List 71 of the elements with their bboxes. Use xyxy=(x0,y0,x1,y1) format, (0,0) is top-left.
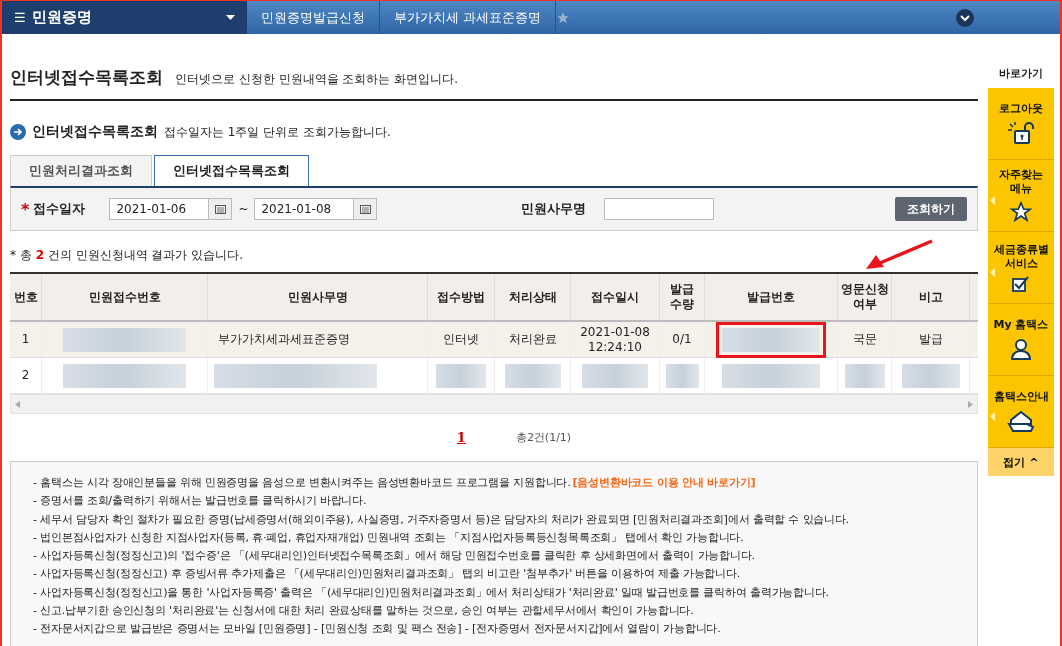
table-cell: 처리완료 xyxy=(508,332,557,347)
table-cell: 2021-01-08 12:24:10 xyxy=(580,324,650,355)
star-icon xyxy=(1010,200,1032,223)
menu-dropdown[interactable]: ☰ 민원증명 xyxy=(2,1,247,34)
notice-line: - 증명서를 조회/출력하기 위해서는 발급번호를 클릭하시기 바랍니다. xyxy=(33,494,367,508)
page-link[interactable]: 1 xyxy=(456,430,466,445)
horizontal-scrollbar[interactable] xyxy=(10,394,978,414)
notice-line: - 사업자등록신청(정정신고) 후 증빙서류 추가제출은 「(세무대리인)민원처리결과조회」 탭의 비고란 '첨부추가' 버튼을 이용하여 제출 가능합니다. xyxy=(33,567,741,581)
expand-icon[interactable] xyxy=(956,8,974,27)
column-header: 발급번호 xyxy=(705,274,838,320)
section-note: 접수일자는 1주일 단위로 조회가능합니다. xyxy=(164,123,391,141)
office-name-label: 민원사무명 xyxy=(521,200,587,218)
notice-line: - 사업자등록신청(정정신고)을 통한 '사업자등록증' 출력은 「(세무대리인)민원처리결과조회」에서 처리상태가 '처리완료' 일때 발급번호를 클릭하여 출력가능합니다. xyxy=(33,585,829,599)
scroll-left-icon[interactable] xyxy=(15,400,20,408)
collapse-button[interactable]: 접기 ^ xyxy=(988,448,1054,476)
tab[interactable]: 민원처리결과조회 xyxy=(10,155,152,186)
checkbox-icon xyxy=(1012,275,1030,292)
page-subtitle: 인터넷으로 신청한 민원내역을 조회하는 화면입니다. xyxy=(175,71,459,88)
column-header: 접수방법 xyxy=(428,274,495,320)
calendar-icon xyxy=(359,204,371,214)
star-icon[interactable] xyxy=(556,10,571,25)
required-mark: * xyxy=(21,199,30,219)
quick-link[interactable]: 로그아웃 xyxy=(988,88,1054,160)
table-cell: 부가가치세과세표준증명 xyxy=(218,332,350,347)
range-separator: ~ xyxy=(238,202,249,216)
quick-link[interactable]: 세금종류별 서비스 xyxy=(988,232,1054,304)
notice-line: - 세무서 담당자 확인 절차가 필요한 증명(납세증명서(해외이주용), 사실증명, 거주자증명서 등)은 담당자의 처리가 완료되면 [민원처리결과조회]에서 출력할 수 있습니다. xyxy=(33,512,850,526)
column-header: 비고 xyxy=(892,274,970,320)
notice-line: - 법인본점사업자가 신청한 지점사업자(등록, 휴·폐업, 휴업자재개업) 민원내역 조회는 「지점사업자등록등신청목록조회」 탭에서 확인 가능합니다. xyxy=(33,530,744,544)
calendar-icon xyxy=(214,204,226,214)
breadcrumb-link[interactable]: 민원증명발급신청 xyxy=(247,1,380,34)
column-header: 발급 수량 xyxy=(660,274,705,320)
table-cell: 발급 xyxy=(918,332,943,347)
annotation-arrow xyxy=(866,239,933,269)
date-label: 접수일자 xyxy=(33,200,86,218)
notice-line: - 사업자등록신청(정정신고)의 '접수증'은 「(세무대리인)인터넷접수목록조회」에서 해당 민원접수번호를 클릭한 후 상세화면에서 출력이 가능합니다. xyxy=(33,549,755,563)
column-header: 처리상태 xyxy=(495,274,571,320)
notice-line: - 홈택스는 시각 장애인분들을 위해 민원증명을 음성으로 변환시켜주는 음성변환바코드 프로그램을 지원합니다. xyxy=(33,476,571,489)
quick-links-title: 바로가기 xyxy=(998,66,1044,82)
date-field[interactable]: 2021-01-08 xyxy=(254,198,355,220)
tab[interactable]: 인터넷접수목록조회 xyxy=(154,155,309,186)
page-title: 인터넷접수목록조회 xyxy=(10,66,163,89)
notice-line: - 신고.납부기한 승인신청의 '처리완료'는 신청서에 대한 처리 완료상태를 말하는 것으로, 승인 여부는 관할세무서에서 확인이 가능합니다. xyxy=(33,604,694,618)
table-cell: 0/1 xyxy=(672,332,692,347)
quick-link[interactable]: 자주찾는 메뉴 xyxy=(988,160,1054,232)
calendar-button[interactable] xyxy=(353,198,378,220)
table-cell: 2 xyxy=(21,368,30,383)
quick-link[interactable]: 홈택스안내 xyxy=(988,376,1054,448)
notice-line: - 전자문서지갑으로 발급받은 증명서는 모바일 [민원증명] - [민원신청 조회 및 팩스 전송] - [전자증명서 전자문서지갑]에서 열람이 가능합니다. xyxy=(33,622,721,636)
section-title: 인터넷접수목록조회 xyxy=(32,123,158,141)
table-cell: 인터넷 xyxy=(443,332,479,347)
column-header: 민원접수번호 xyxy=(42,274,208,320)
caret-icon xyxy=(226,14,235,21)
unlock-icon xyxy=(1007,121,1035,146)
house-in-hand-icon xyxy=(1007,409,1035,434)
column-header: 영문신청 여부 xyxy=(838,274,892,320)
arrow-circle-icon xyxy=(10,124,26,140)
table-cell: 국문 xyxy=(852,332,877,347)
office-name-field[interactable] xyxy=(604,198,715,220)
scroll-right-icon[interactable] xyxy=(968,400,973,408)
date-field[interactable]: 2021-01-06 xyxy=(109,198,210,220)
column-header: 접수일시 xyxy=(571,274,660,320)
breadcrumb-link[interactable]: 부가가치세 과세표준증명 xyxy=(380,1,557,34)
person-icon xyxy=(1009,337,1033,362)
column-header: 번호 xyxy=(10,274,42,320)
column-header: 민원사무명 xyxy=(208,274,428,320)
search-button[interactable]: 조회하기 xyxy=(895,197,967,221)
quick-link[interactable]: My 홈택스 xyxy=(988,304,1054,376)
total-count-text: 총2건(1/1) xyxy=(515,430,572,445)
table-cell: 1 xyxy=(21,332,30,347)
calendar-button[interactable] xyxy=(208,198,233,220)
